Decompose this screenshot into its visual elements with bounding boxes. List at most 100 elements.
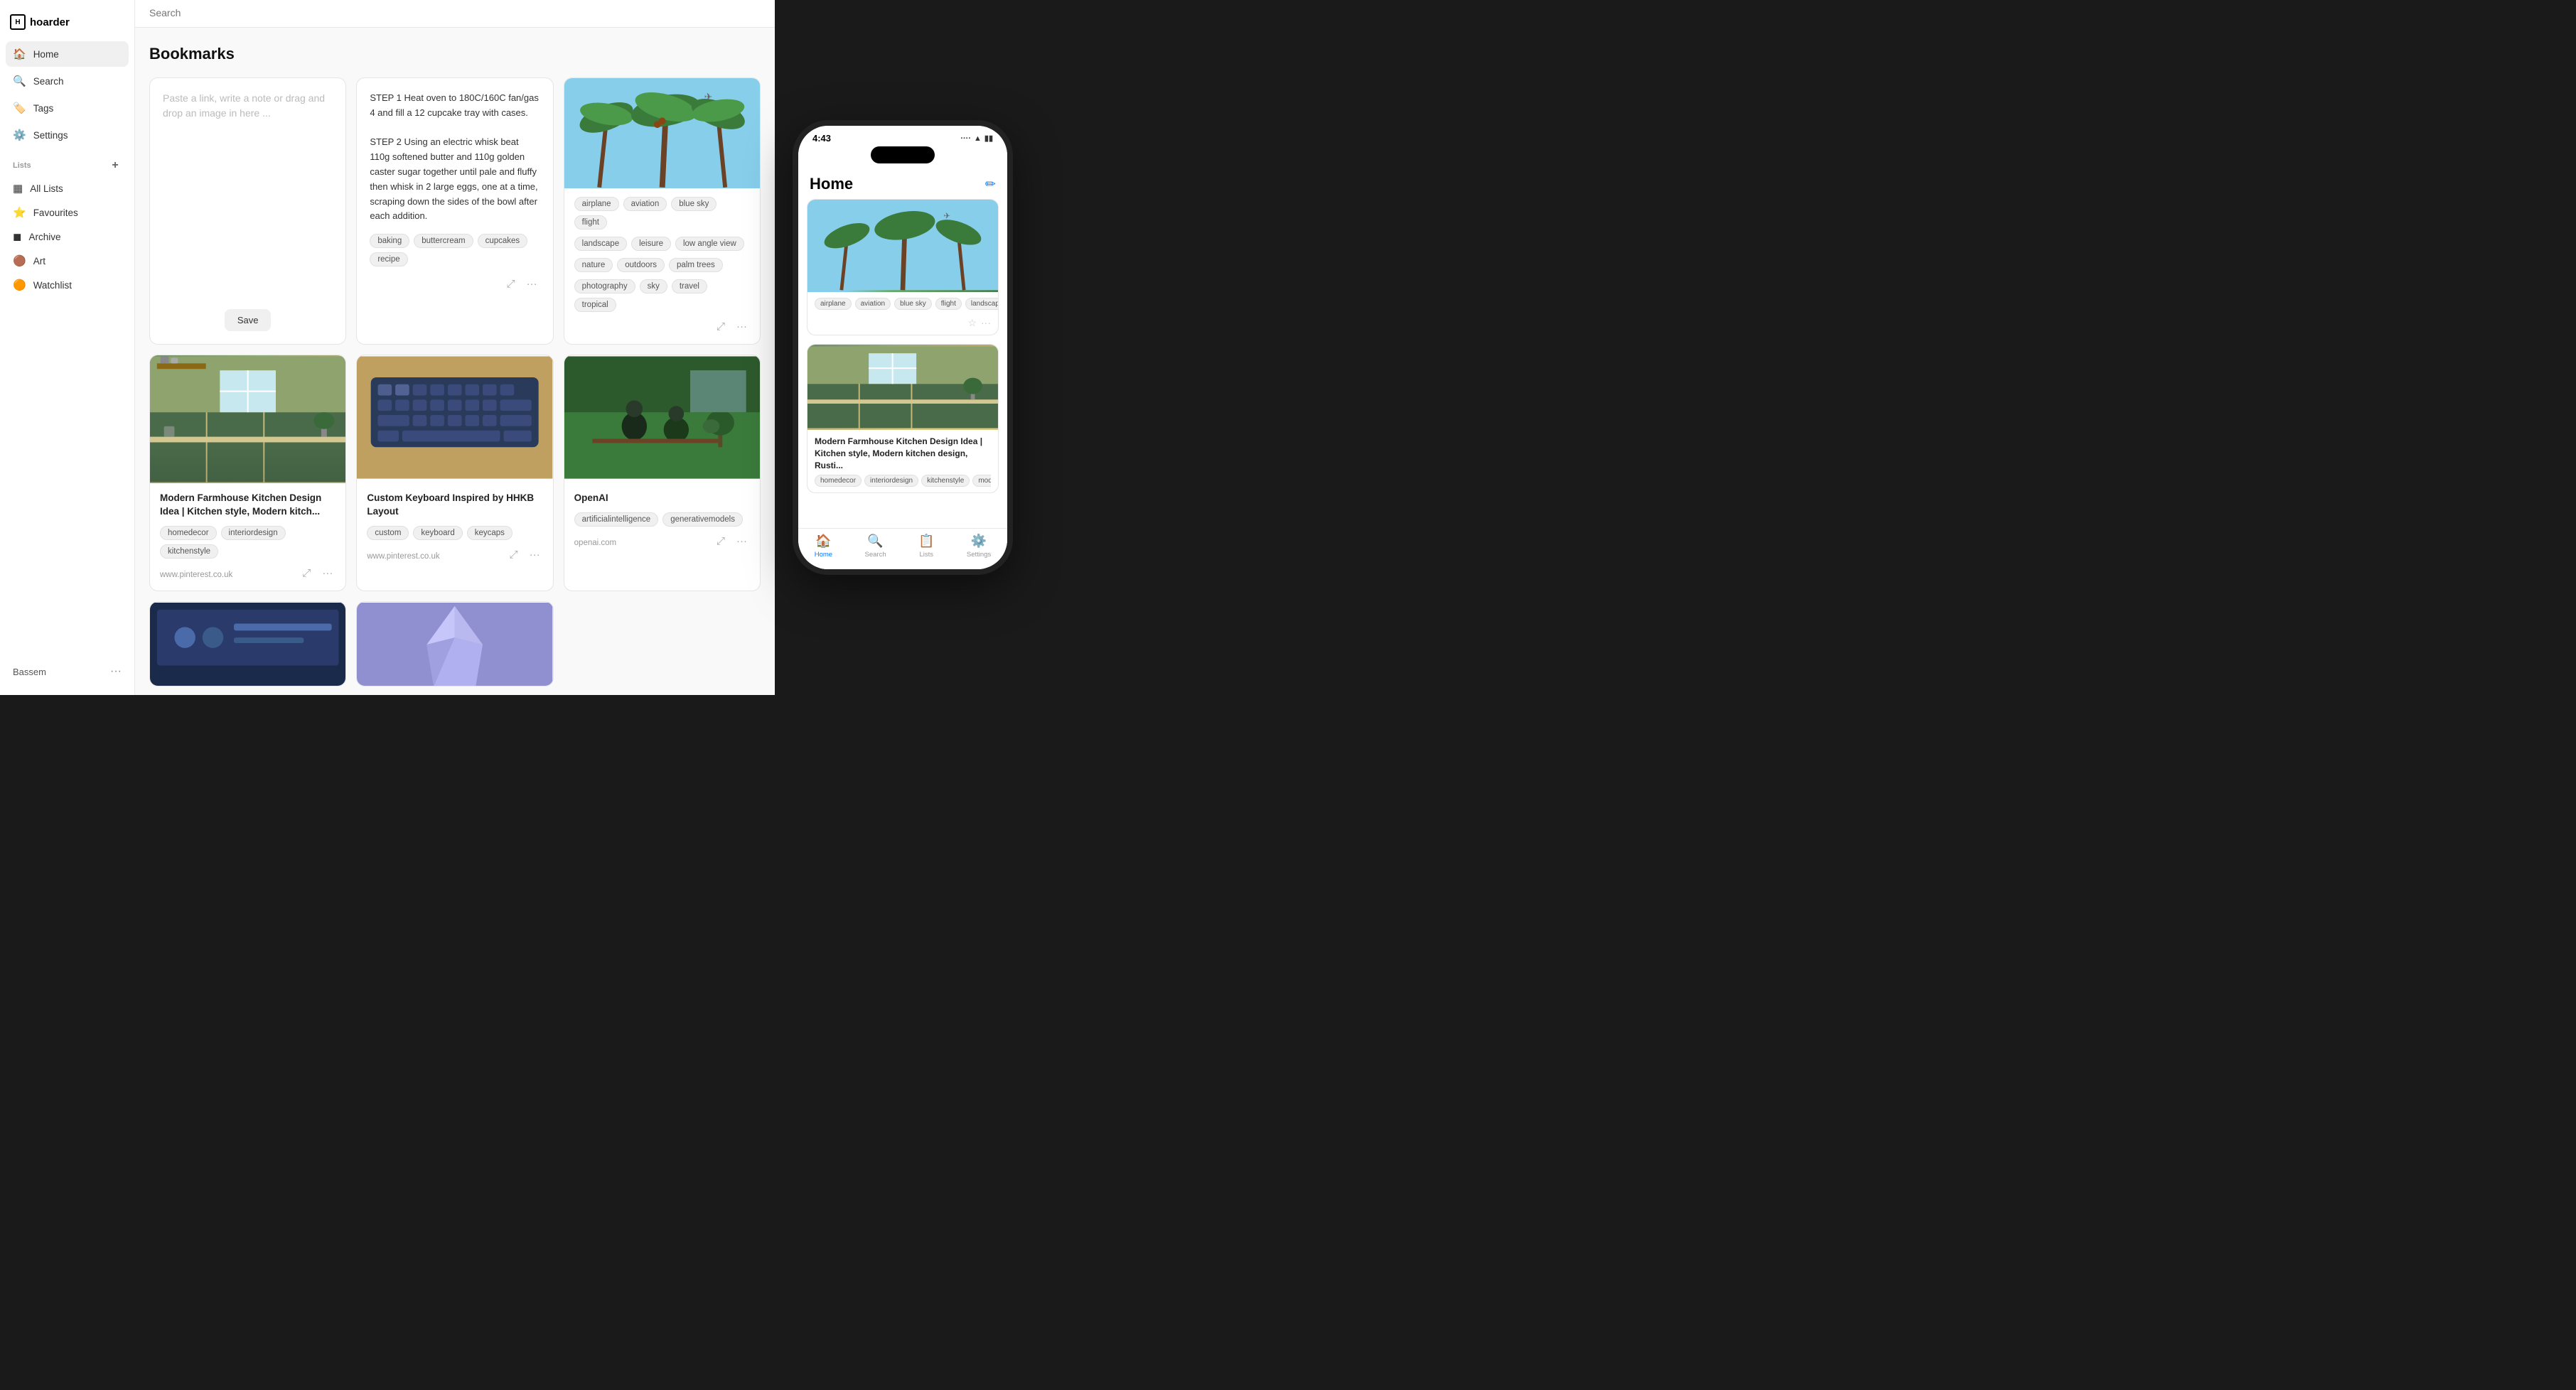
phone-nav-home[interactable]: 🏠 Home (815, 534, 832, 559)
sidebar-item-tags[interactable]: 🏷️ Tags (6, 95, 129, 121)
footer-more-button[interactable]: ··· (110, 665, 122, 678)
tag-nature[interactable]: nature (574, 258, 613, 272)
keyboard-url: www.pinterest.co.uk (367, 552, 439, 561)
phone-nav-lists[interactable]: 📋 Lists (918, 534, 934, 559)
phone-tag-interiordesign[interactable]: interiordesign (864, 475, 918, 487)
expand-button[interactable]: ⤢ (504, 276, 518, 291)
phone-more-icon[interactable]: ··· (981, 317, 991, 329)
search-input[interactable] (149, 7, 761, 18)
phone-palm-actions: ☆ ··· (807, 316, 998, 335)
tag-landscape[interactable]: landscape (574, 237, 627, 251)
main-content: Bookmarks Paste a link, write a note or … (135, 0, 775, 695)
more-button[interactable]: ··· (524, 276, 540, 291)
tag-leisure[interactable]: leisure (631, 237, 671, 251)
tag-buttercream[interactable]: buttercream (414, 234, 473, 248)
tag-airplane[interactable]: airplane (574, 197, 619, 211)
tag-custom[interactable]: custom (367, 526, 409, 540)
sidebar-item-archive[interactable]: ◼ Archive (0, 225, 134, 249)
tag-keycaps[interactable]: keycaps (467, 526, 512, 540)
phone-tag-flight[interactable]: flight (935, 298, 962, 310)
recipe-card-actions: ⤢ ··· (370, 274, 540, 293)
tag-flight[interactable]: flight (574, 215, 607, 230)
tag-generative[interactable]: generativemodels (662, 512, 743, 527)
tag-cupcakes[interactable]: cupcakes (478, 234, 528, 248)
tag-sky[interactable]: sky (640, 279, 667, 293)
sidebar-item-watchlist[interactable]: 🟠 Watchlist (0, 273, 134, 297)
tag-kitchenstyle[interactable]: kitchenstyle (160, 544, 218, 559)
kitchen-image (150, 355, 345, 483)
phone-tag-landscape[interactable]: landscape (965, 298, 998, 310)
search-bar (135, 0, 775, 28)
left-panel: H hoarder 🏠 Home 🔍 Search 🏷️ Tags ⚙️ (0, 0, 775, 695)
keyboard-expand-button[interactable]: ⤢ (507, 547, 521, 562)
app-logo[interactable]: H hoarder (0, 9, 134, 41)
tag-tropical[interactable]: tropical (574, 298, 616, 312)
openai-image (564, 355, 760, 483)
phone-tag-modern[interactable]: modern (972, 475, 991, 487)
sidebar-item-art[interactable]: 🟤 Art (0, 249, 134, 273)
phone-nav-settings[interactable]: ⚙️ Settings (967, 534, 991, 559)
tag-keyboard[interactable]: keyboard (413, 526, 462, 540)
tag-baking[interactable]: baking (370, 234, 409, 248)
kitchen-tags: homedecor interiordesign kitchenstyle (160, 526, 336, 559)
sidebar-item-all-lists[interactable]: ▦ All Lists (0, 176, 134, 200)
phone-palm-card: ✈ airplane aviation blue sky (807, 199, 999, 335)
board-card (149, 601, 346, 686)
phone-tag-airplane[interactable]: airplane (815, 298, 852, 310)
openai-expand-button[interactable]: ⤢ (714, 534, 728, 549)
phone-tag-kitchenstyle[interactable]: kitchenstyle (921, 475, 970, 487)
phone-settings-icon: ⚙️ (971, 534, 987, 549)
bookmarks-grid: Paste a link, write a note or drag and d… (149, 77, 761, 686)
tag-outdoors[interactable]: outdoors (617, 258, 665, 272)
save-button[interactable]: Save (225, 309, 272, 331)
tag-interiordesign[interactable]: interiordesign (221, 526, 286, 540)
keyboard-card-info: Custom Keyboard Inspired by HHKB Layout … (357, 483, 552, 572)
sidebar-label-tags: Tags (33, 103, 54, 114)
sidebar: H hoarder 🏠 Home 🔍 Search 🏷️ Tags ⚙️ (0, 0, 135, 695)
svg-text:✈: ✈ (943, 212, 950, 221)
phone-edit-icon[interactable]: ✏ (985, 177, 996, 192)
tag-recipe[interactable]: recipe (370, 252, 407, 266)
palm-expand-button[interactable]: ⤢ (714, 319, 728, 334)
archive-icon: ◼ (13, 230, 21, 243)
palm-image: ✈ (564, 78, 760, 188)
tag-low-angle[interactable]: low angle view (675, 237, 744, 251)
phone-kitchen-image (807, 345, 998, 430)
openai-more-button[interactable]: ··· (734, 534, 750, 549)
phone-lists-icon: 📋 (918, 534, 934, 549)
archive-label: Archive (28, 232, 60, 242)
sidebar-item-settings[interactable]: ⚙️ Settings (6, 122, 129, 148)
palm-tags-row3: nature outdoors palm trees (574, 258, 750, 272)
tag-photography[interactable]: photography (574, 279, 635, 293)
new-note-card: Paste a link, write a note or drag and d… (149, 77, 346, 345)
tag-blue-sky[interactable]: blue sky (671, 197, 717, 211)
tag-homedecor[interactable]: homedecor (160, 526, 217, 540)
sidebar-item-favourites[interactable]: ⭐ Favourites (0, 200, 134, 225)
openai-tags: artificialintelligence generativemodels (574, 512, 750, 527)
kitchen-actions: www.pinterest.co.uk ⤢ ··· (160, 566, 336, 581)
phone-tag-homedecor[interactable]: homedecor (815, 475, 862, 487)
tag-ai[interactable]: artificialintelligence (574, 512, 659, 527)
add-list-button[interactable]: + (109, 159, 122, 172)
tag-aviation[interactable]: aviation (623, 197, 667, 211)
palm-tags-row4: photography sky travel tropical (574, 279, 750, 312)
keyboard-more-button[interactable]: ··· (527, 547, 543, 562)
phone-nav-search[interactable]: 🔍 Search (865, 534, 886, 559)
tag-travel[interactable]: travel (672, 279, 707, 293)
phone-star-icon[interactable]: ☆ (967, 317, 977, 329)
sidebar-nav: 🏠 Home 🔍 Search 🏷️ Tags ⚙️ Settings (0, 41, 134, 148)
palm-card-info: airplane aviation blue sky flight landsc… (564, 188, 760, 344)
kitchen-more-button[interactable]: ··· (319, 566, 336, 581)
tag-palm-trees[interactable]: palm trees (669, 258, 723, 272)
sidebar-item-home[interactable]: 🏠 Home (6, 41, 129, 67)
app-wrapper: H hoarder 🏠 Home 🔍 Search 🏷️ Tags ⚙️ (0, 0, 1288, 695)
keyboard-card: Custom Keyboard Inspired by HHKB Layout … (356, 355, 553, 591)
palm-more-button[interactable]: ··· (734, 319, 750, 334)
all-lists-icon: ▦ (13, 182, 23, 195)
kitchen-expand-button[interactable]: ⤢ (299, 566, 313, 581)
all-lists-label: All Lists (30, 183, 63, 194)
phone-tag-aviation[interactable]: aviation (855, 298, 891, 310)
sidebar-item-search[interactable]: 🔍 Search (6, 68, 129, 94)
phone-tag-blue-sky[interactable]: blue sky (894, 298, 932, 310)
palm-card-actions: ⤢ ··· (574, 319, 750, 334)
